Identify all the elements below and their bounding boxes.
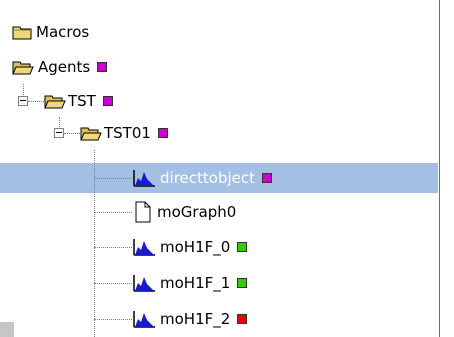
tree-node-label: Macros <box>36 23 90 41</box>
tree-guide <box>59 117 60 127</box>
tree-guide <box>94 283 132 284</box>
tree-node-label: moH1F_2 <box>160 310 231 328</box>
tree-guide <box>28 101 44 102</box>
tree-node-moh1f-0[interactable]: moH1F_0 <box>132 232 248 262</box>
tree-frame-corner <box>0 322 14 337</box>
status-badge <box>262 173 272 183</box>
tree-node-label: directtobject <box>160 169 255 187</box>
status-badge <box>157 128 168 138</box>
tree-guide <box>94 178 132 179</box>
tree-node-moh1f-2[interactable]: moH1F_2 <box>132 304 248 334</box>
tree-frame-edge <box>439 0 454 337</box>
tree-node-label: moH1F_1 <box>160 274 231 292</box>
status-badge <box>237 278 248 288</box>
tree-guide <box>94 247 132 248</box>
status-badge <box>102 96 113 106</box>
status-badge <box>237 242 248 252</box>
tree-node-tst01[interactable]: TST01 <box>80 118 168 148</box>
tree-guide <box>64 133 80 134</box>
histogram-icon <box>133 239 155 256</box>
tree-node-agents[interactable]: Agents <box>12 52 108 82</box>
collapse-toggle-tst01[interactable] <box>54 128 64 138</box>
histogram-icon <box>133 275 155 292</box>
tree-node-mograph0[interactable]: moGraph0 <box>135 197 236 227</box>
object-tree[interactable]: Macros Agents TST TST01 directtobject mo… <box>0 0 454 337</box>
tree-node-moh1f-1[interactable]: moH1F_1 <box>132 268 248 298</box>
tree-node-tst[interactable]: TST <box>44 86 113 116</box>
folder-open-icon <box>80 127 102 141</box>
tree-node-label: Agents <box>38 58 91 76</box>
tree-guide <box>94 319 132 320</box>
tree-node-label: TST01 <box>104 124 151 142</box>
tree-node-directtobject[interactable]: directtobject <box>132 163 272 193</box>
document-icon <box>135 201 151 223</box>
tree-node-label: moGraph0 <box>157 203 237 221</box>
histogram-icon <box>133 170 155 187</box>
histogram-icon <box>133 311 155 328</box>
status-badge <box>97 62 108 72</box>
folder-open-icon <box>12 61 34 75</box>
folder-open-icon <box>44 95 66 109</box>
collapse-toggle-tst[interactable] <box>18 96 28 106</box>
folder-icon <box>12 26 32 40</box>
tree-guide <box>94 212 132 213</box>
tree-node-label: TST <box>68 92 96 110</box>
status-badge <box>237 314 248 324</box>
tree-node-macros[interactable]: Macros <box>12 17 89 47</box>
tree-node-label: moH1F_0 <box>160 238 231 256</box>
